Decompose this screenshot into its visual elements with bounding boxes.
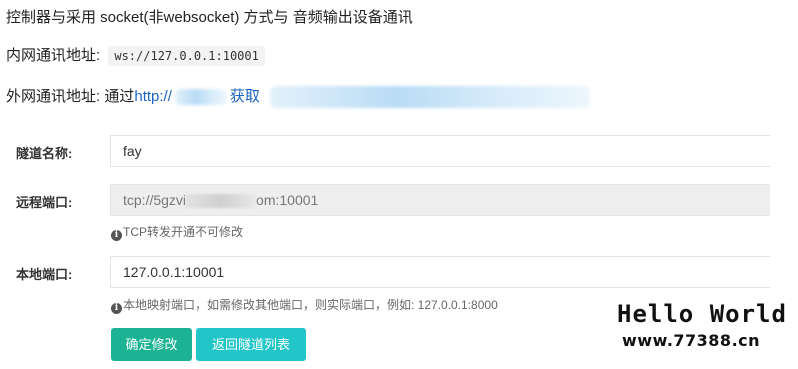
local-port-help-text: 本地映射端口，如需修改其他端口，则实际端口，例如: 127.0.0.1:8000 (123, 298, 498, 312)
remote-port-value-start: tcp://5gzvi (123, 192, 187, 208)
internal-address-code: ws://127.0.0.1:10001 (108, 46, 265, 66)
external-address-row: 外网通讯地址: 通过http:// 获取 (6, 85, 591, 109)
info-icon: i (111, 303, 122, 314)
tunnel-name-label: 隧道名称: (16, 146, 73, 161)
redacted-blur (270, 86, 591, 109)
remote-port-help: i TCP转发开通不可修改 (111, 223, 243, 241)
local-port-input[interactable]: 127.0.0.1:10001 (110, 256, 770, 288)
watermark-site: www.77388.cn (622, 331, 761, 350)
get-link[interactable]: 获取 (230, 88, 260, 105)
tunnel-name-input[interactable]: fay (110, 135, 770, 167)
intro-text: 控制器与采用 socket(非websocket) 方式与 音频输出设备通讯 (6, 9, 413, 26)
local-port-help: i 本地映射端口，如需修改其他端口，则实际端口，例如: 127.0.0.1:800… (111, 296, 498, 314)
remote-port-help-text: TCP转发开通不可修改 (123, 225, 244, 239)
remote-port-label: 远程端口: (16, 195, 73, 210)
external-address-prefix: 通过 (104, 88, 135, 105)
internal-address-row: 内网通讯地址: ws://127.0.0.1:10001 (6, 44, 265, 66)
back-to-list-button[interactable]: 返回隧道列表 (196, 328, 306, 361)
external-address-label: 外网通讯地址: (6, 88, 101, 105)
remote-port-input: tcp://5gzvi om:10001 (110, 184, 770, 216)
confirm-button[interactable]: 确定修改 (111, 328, 192, 361)
watermark-title: Hello World (617, 300, 787, 328)
local-port-label: 本地端口: (16, 267, 73, 282)
remote-port-value-end: om:10001 (256, 192, 319, 208)
redacted-blur (174, 89, 227, 106)
info-icon: i (111, 230, 122, 241)
internal-address-label: 内网通讯地址: (6, 47, 101, 64)
redacted-blur (186, 194, 257, 209)
external-address-link[interactable]: http:// (134, 88, 172, 105)
